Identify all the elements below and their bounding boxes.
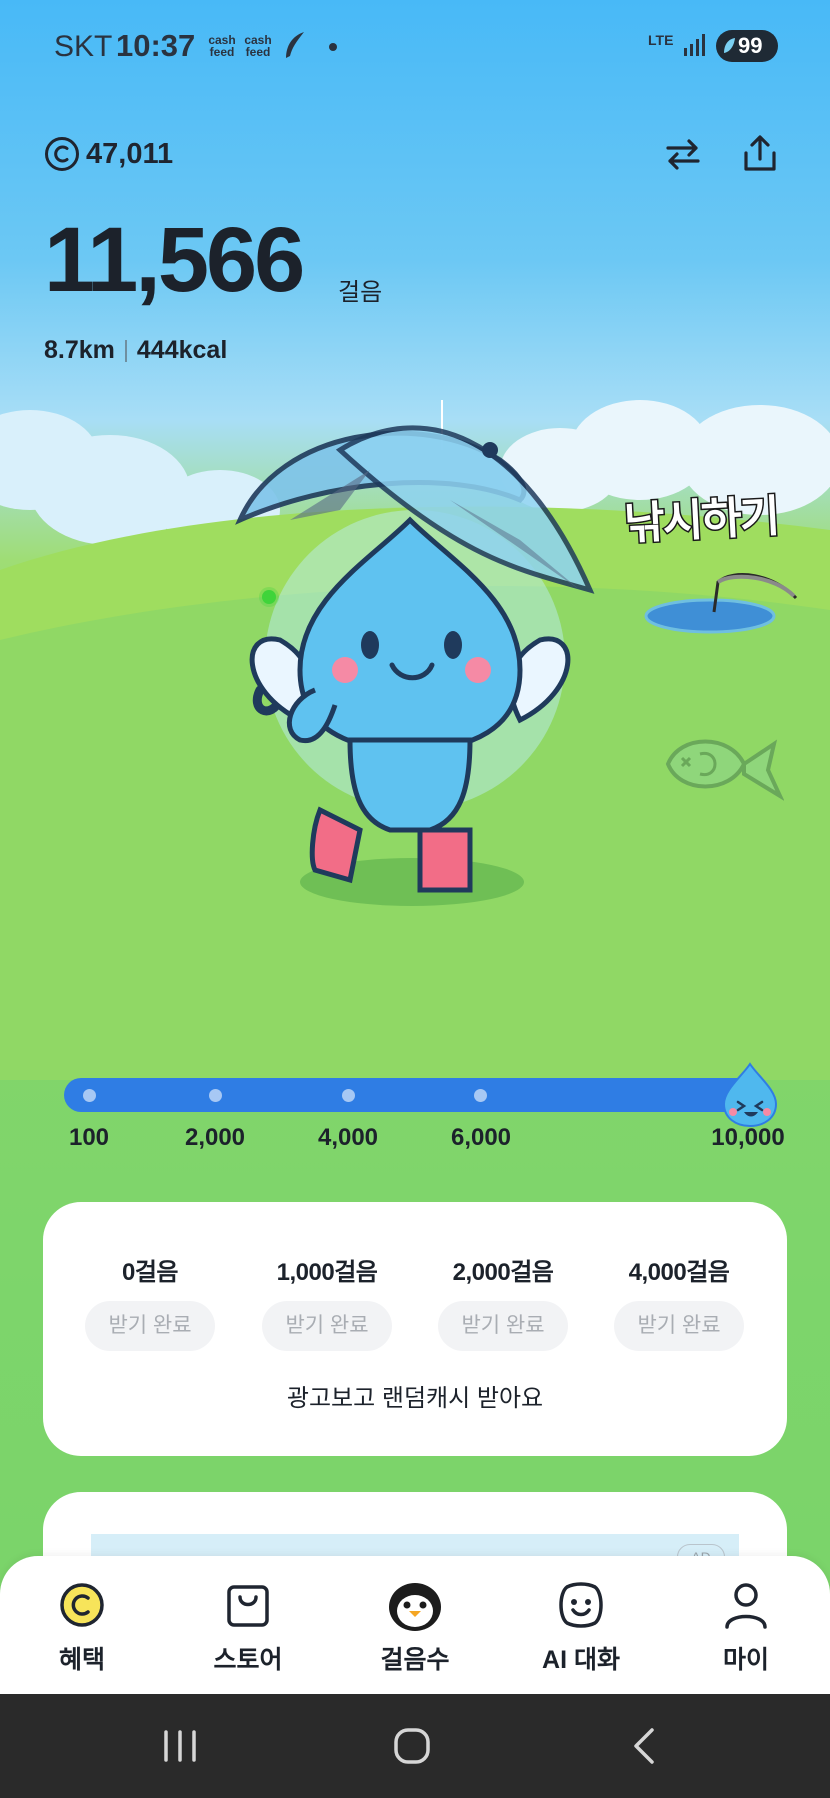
- person-icon: [725, 1583, 767, 1629]
- home-button[interactable]: [382, 1720, 442, 1772]
- reward-claim-button[interactable]: 받기 완료: [438, 1301, 568, 1351]
- status-bar: SKT 10:37 cash feed cash feed LTE 99: [0, 0, 830, 92]
- reward-item: 1,000걸음 받기 완료: [257, 1252, 397, 1351]
- reward-item: 2,000걸음 받기 완료: [433, 1252, 573, 1351]
- swap-icon: [666, 139, 700, 170]
- reward-claim-button[interactable]: 받기 완료: [262, 1301, 392, 1351]
- cashfeed-icon: cash feed: [208, 33, 236, 59]
- coin-balance-value: 47,011: [86, 137, 174, 170]
- milestone-dot: [342, 1089, 355, 1102]
- reward-steps: 2,000걸음: [452, 1259, 554, 1286]
- fishing-pond-icon[interactable]: [644, 568, 800, 640]
- feather-icon: [286, 32, 304, 58]
- nav-item-my[interactable]: 마이: [686, 1578, 806, 1676]
- milestone-dot: [474, 1089, 487, 1102]
- coin-icon: [60, 1583, 104, 1627]
- milestone-dot: [209, 1089, 222, 1102]
- home-icon: [394, 1728, 430, 1764]
- battery-level: 99: [738, 33, 763, 58]
- milestone-label: 4,000: [317, 1124, 379, 1151]
- share-button[interactable]: [736, 130, 784, 178]
- screen: SKT 10:37 cash feed cash feed LTE 99 47,…: [0, 0, 830, 1798]
- recent-apps-icon: [164, 1730, 196, 1762]
- calories-value: 444kcal: [136, 336, 228, 364]
- carrier-label: SKT: [54, 30, 113, 63]
- notification-dot: [329, 43, 337, 51]
- nav-label: 혜택: [58, 1646, 105, 1674]
- reward-claim-button[interactable]: 받기 완료: [85, 1301, 215, 1351]
- fish-icon: [665, 739, 784, 801]
- nav-item-store[interactable]: 스토어: [188, 1578, 308, 1676]
- nav-label: 걸음수: [380, 1646, 450, 1674]
- water-drop-mascot: [235, 400, 595, 893]
- coin-icon: [45, 137, 79, 171]
- cashfeed-icon: cash feed: [244, 33, 272, 59]
- milestone-label: 2,000: [184, 1124, 246, 1151]
- progress-drop-marker: [722, 1062, 778, 1128]
- reward-steps: 4,000걸음: [628, 1259, 730, 1286]
- nav-label: 스토어: [213, 1646, 283, 1674]
- reward-card: 0걸음 받기 완료 1,000걸음 받기 완료 2,000걸음 받기 완료 4,…: [43, 1202, 787, 1456]
- reward-item: 0걸음 받기 완료: [80, 1252, 220, 1351]
- back-button[interactable]: [614, 1720, 674, 1772]
- nav-label: AI 대화: [542, 1646, 620, 1674]
- share-icon: [744, 135, 776, 171]
- network-label: LTE: [648, 32, 674, 48]
- system-navigation-bar: [0, 1694, 830, 1798]
- nav-label: 마이: [722, 1646, 769, 1674]
- bottom-navigation: 혜택 스토어 걸음수 AI 대화 마이: [0, 1556, 830, 1694]
- nav-item-ai-chat[interactable]: AI 대화: [521, 1578, 641, 1676]
- sparkle-dot: [259, 587, 279, 607]
- coin-balance[interactable]: 47,011: [44, 134, 173, 174]
- battery-leaf-icon: [724, 38, 735, 53]
- chat-face-icon: [559, 1582, 603, 1628]
- step-count: 11,566: [44, 209, 305, 311]
- distance-calories: 8.7km 444kcal: [44, 336, 227, 365]
- penguin-icon: [389, 1583, 441, 1631]
- swap-button[interactable]: [659, 130, 707, 178]
- reward-steps: 0걸음: [121, 1259, 179, 1286]
- distance-value: 8.7km: [44, 336, 115, 364]
- nav-item-benefits[interactable]: 혜택: [22, 1578, 142, 1676]
- milestone-label: 10,000: [711, 1124, 785, 1151]
- milestone-dot: [83, 1089, 96, 1102]
- reward-item: 4,000걸음 받기 완료: [609, 1252, 749, 1351]
- step-unit: 걸음: [338, 279, 383, 306]
- milestone-label: 100: [68, 1124, 110, 1151]
- recent-apps-button[interactable]: [150, 1720, 210, 1772]
- ad-reward-link[interactable]: 광고보고 랜덤캐시 받아요: [43, 1378, 787, 1413]
- reward-claim-button[interactable]: 받기 완료: [614, 1301, 744, 1351]
- fishing-label[interactable]: 낚시하기: [622, 480, 781, 552]
- battery-indicator: 99: [716, 30, 778, 62]
- back-icon: [634, 1728, 654, 1764]
- divider: [124, 339, 127, 362]
- signal-icon: [684, 34, 705, 56]
- step-progress-bar: [64, 1062, 778, 1128]
- milestone-label: 6,000: [450, 1124, 512, 1151]
- nav-item-steps[interactable]: 걸음수: [355, 1578, 475, 1676]
- reward-steps: 1,000걸음: [276, 1259, 378, 1286]
- status-time: 10:37: [116, 28, 196, 63]
- shopping-bag-icon: [227, 1585, 269, 1627]
